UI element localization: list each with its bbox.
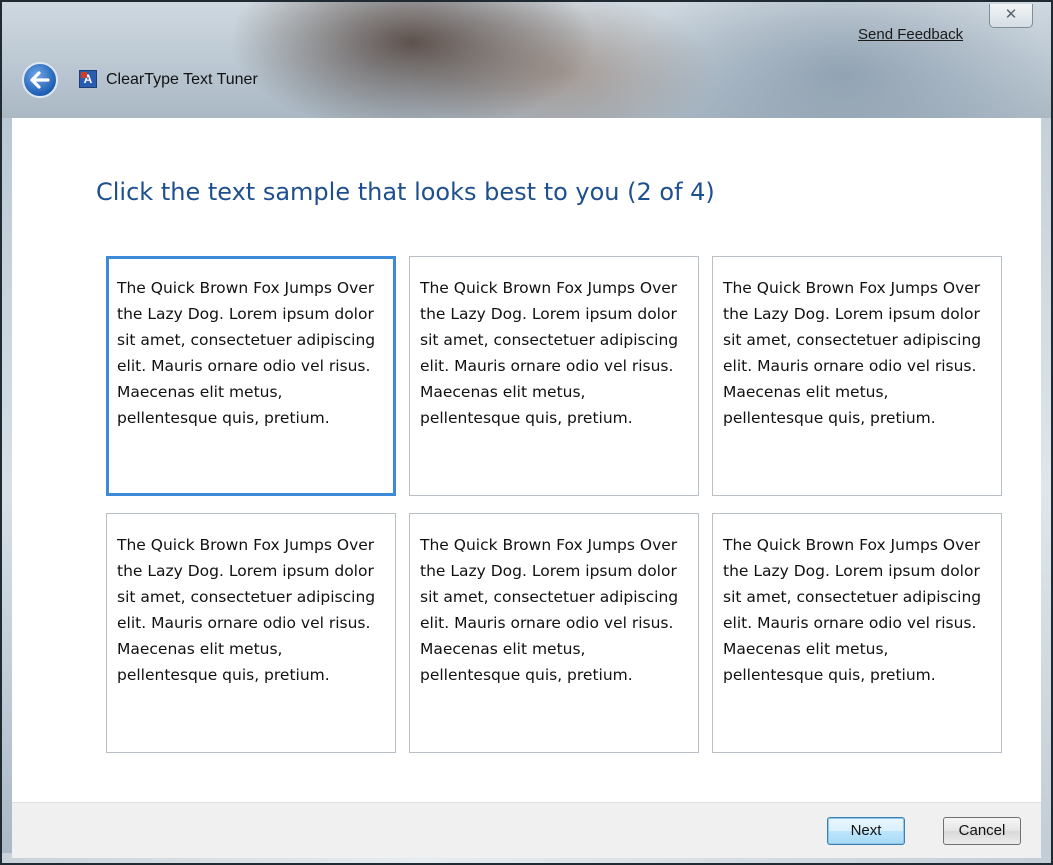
text-sample-6[interactable]: The Quick Brown Fox Jumps Over the Lazy … xyxy=(712,513,1002,753)
wizard-content: Click the text sample that looks best to… xyxy=(12,118,1041,802)
window-frame-right xyxy=(1041,118,1051,863)
text-sample-1[interactable]: The Quick Brown Fox Jumps Over the Lazy … xyxy=(106,256,396,496)
app-icon-accent xyxy=(81,72,87,78)
window-frame-left xyxy=(2,118,12,863)
cancel-button[interactable]: Cancel xyxy=(943,817,1021,845)
window-title: ClearType Text Tuner xyxy=(106,71,258,88)
send-feedback-link[interactable]: Send Feedback xyxy=(858,26,963,43)
text-sample-3[interactable]: The Quick Brown Fox Jumps Over the Lazy … xyxy=(712,256,1002,496)
text-sample-4[interactable]: The Quick Brown Fox Jumps Over the Lazy … xyxy=(106,513,396,753)
title-bar-glass xyxy=(2,2,1051,118)
close-icon: ✕ xyxy=(1004,6,1018,23)
cleartype-app-icon: A xyxy=(79,70,97,88)
cleartype-window: ✕ Send Feedback A ClearType Text Tuner C… xyxy=(0,0,1053,865)
text-sample-2[interactable]: The Quick Brown Fox Jumps Over the Lazy … xyxy=(409,256,699,496)
back-arrow-icon xyxy=(30,71,50,89)
back-button[interactable] xyxy=(22,62,58,98)
next-button[interactable]: Next xyxy=(827,817,905,845)
wizard-footer: Next Cancel xyxy=(12,802,1041,858)
text-sample-5[interactable]: The Quick Brown Fox Jumps Over the Lazy … xyxy=(409,513,699,753)
close-button[interactable]: ✕ xyxy=(989,4,1033,28)
page-heading: Click the text sample that looks best to… xyxy=(96,178,715,206)
